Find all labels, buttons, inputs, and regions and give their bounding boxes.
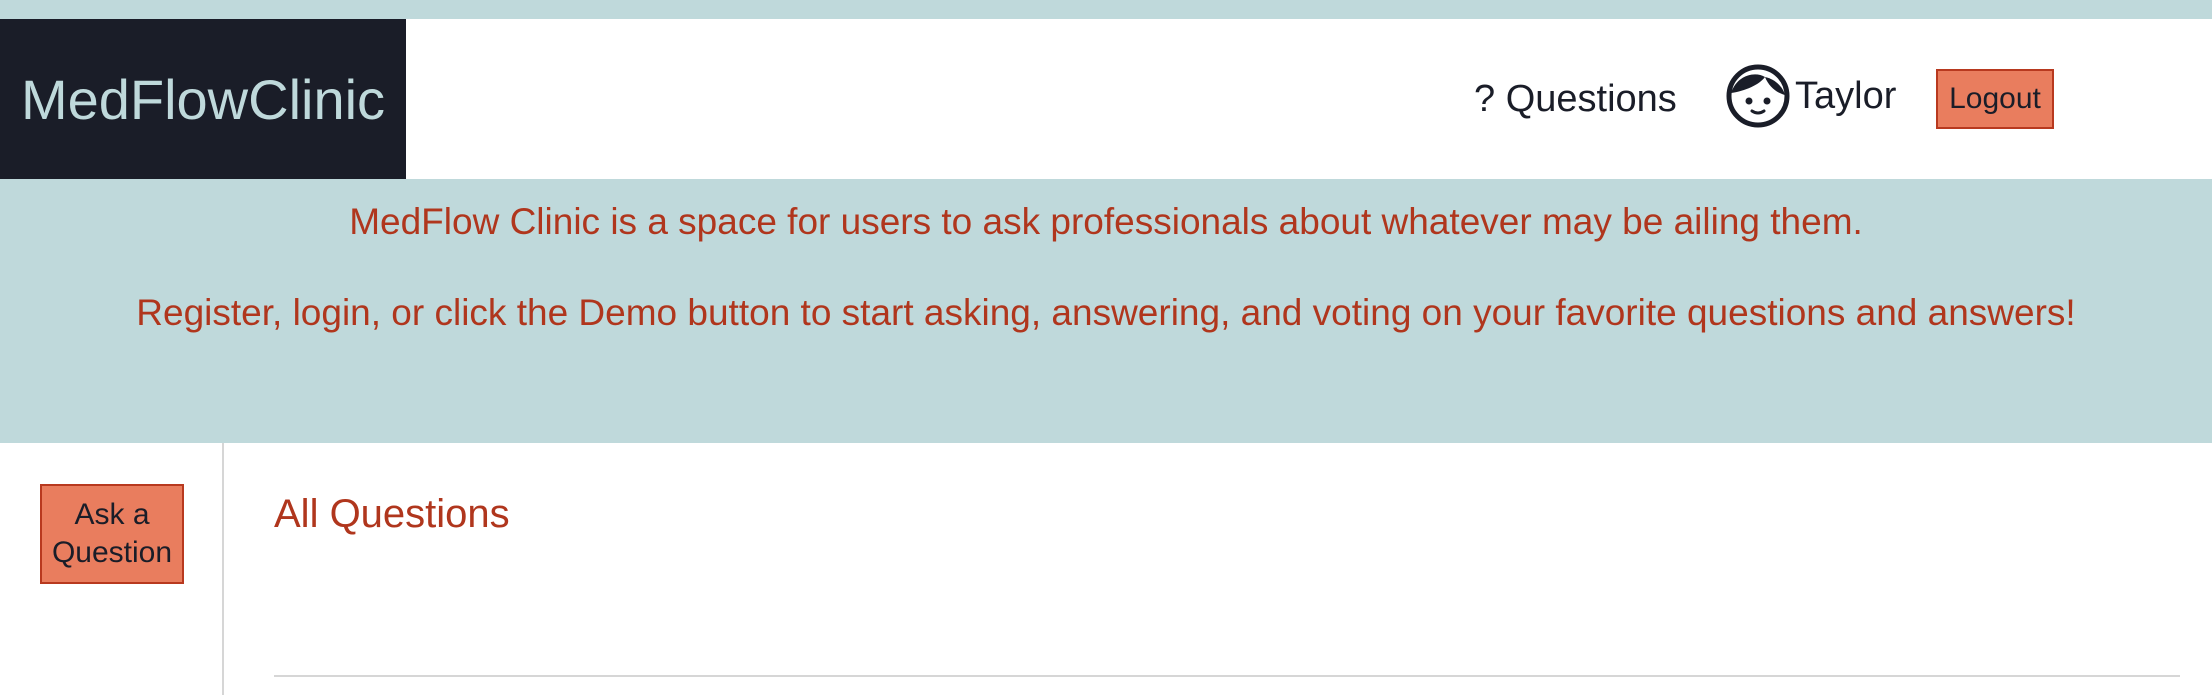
face-icon (1725, 63, 1791, 129)
logout-button[interactable]: Logout (1936, 69, 2054, 129)
page-title: All Questions (274, 492, 510, 536)
left-sidebar: Ask a Question (0, 443, 224, 695)
site-logo[interactable]: MedFlowClinic (0, 19, 406, 179)
welcome-banner: MedFlow Clinic is a space for users to a… (0, 179, 2212, 443)
nav-questions-link[interactable]: ? Questions (1474, 75, 1677, 123)
content-divider (274, 675, 2180, 677)
top-navbar: MedFlowClinic ? Questions Taylor Logout (0, 19, 2212, 179)
top-accent-strip (0, 0, 2212, 19)
ask-question-button[interactable]: Ask a Question (40, 484, 184, 584)
banner-instructions: Register, login, or click the Demo butto… (136, 292, 2076, 333)
user-name-label: Taylor (1795, 74, 1897, 117)
banner-description: MedFlow Clinic is a space for users to a… (349, 201, 1863, 242)
user-profile-link[interactable]: Taylor (1725, 61, 1896, 131)
